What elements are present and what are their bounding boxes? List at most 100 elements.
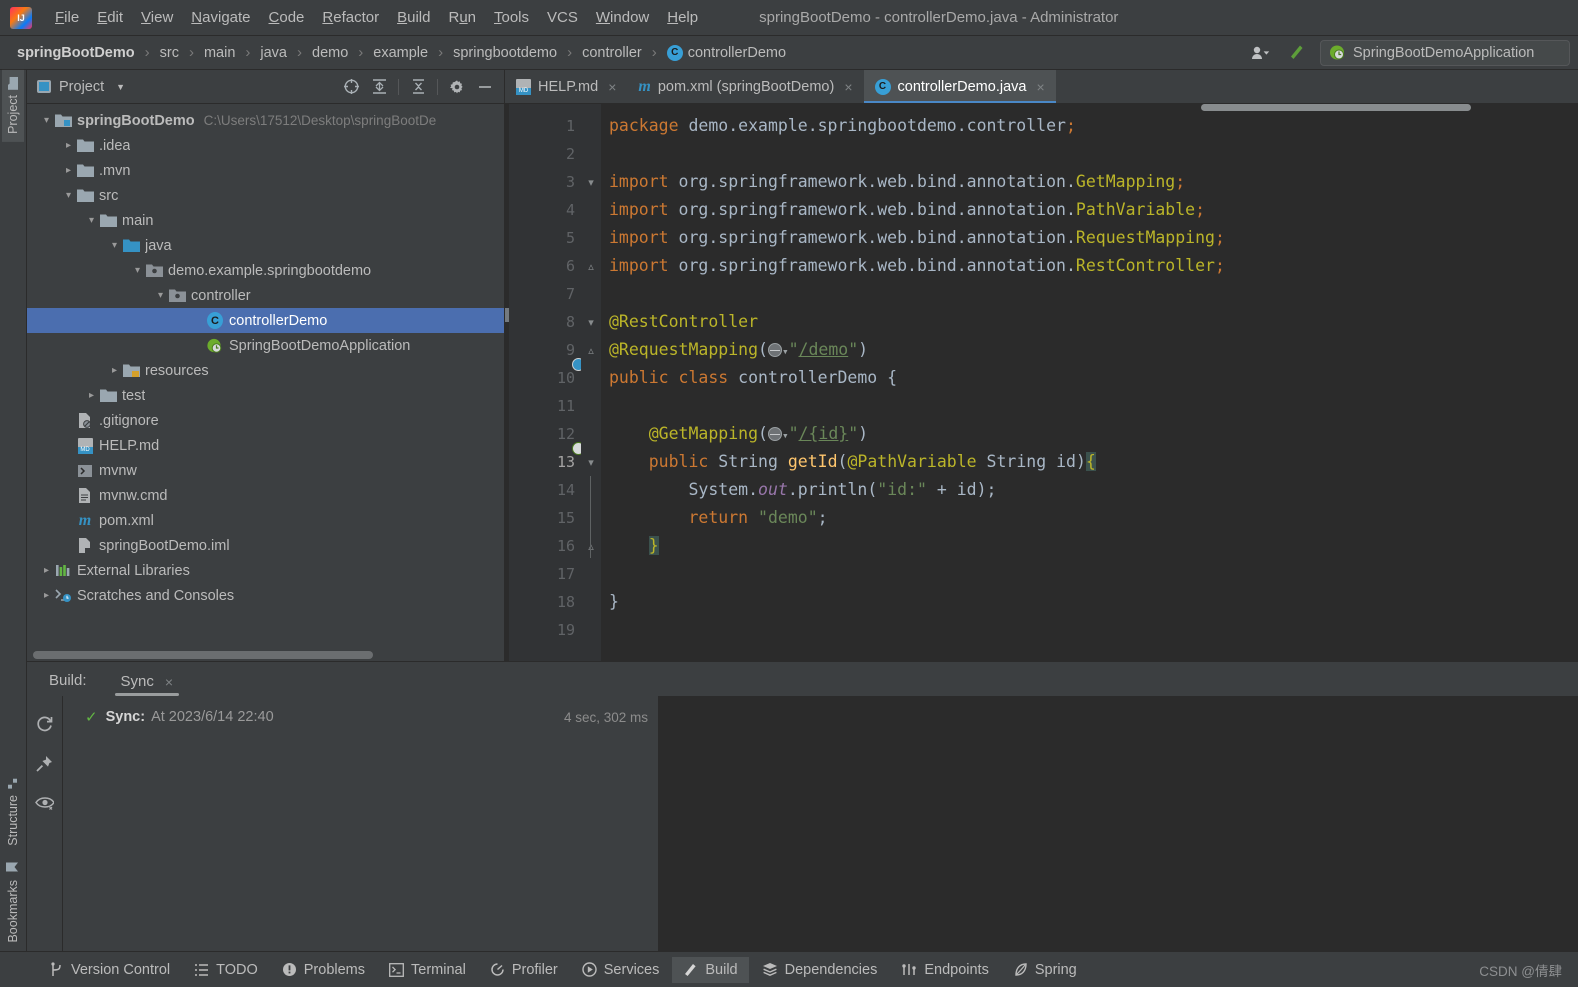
chevron-down-icon[interactable]: ▾ [153,290,168,301]
tree-row-springbootdemoapplication[interactable]: ▸ SpringBootDemoApplication [27,333,504,358]
tree-row-mvn[interactable]: ▸ .mvn [27,158,504,183]
tree-row-main[interactable]: ▾ main [27,208,504,233]
breadcrumb-item-controllerdemo[interactable]: C controllerDemo [664,43,789,63]
tool-window-tab-structure[interactable]: Structure [2,769,24,854]
expand-all-icon[interactable] [366,75,392,99]
breadcrumb-item-project[interactable]: springBootDemo [14,43,138,63]
fold-marker-class-mid[interactable]: ▵ [581,336,601,364]
chevron-down-icon[interactable]: ▾ [107,240,122,251]
pin-icon[interactable] [34,752,56,774]
menu-window[interactable]: Window [587,5,658,30]
tree-row-resources[interactable]: ▸ resources [27,358,504,383]
gear-icon[interactable] [444,75,470,99]
chevron-right-icon[interactable]: ▸ [61,140,76,151]
chevron-right-icon[interactable]: ▸ [107,365,122,376]
status-item-profiler[interactable]: Profiler [479,957,569,983]
hide-panel-icon[interactable] [472,75,498,99]
tree-row-test[interactable]: ▸ test [27,383,504,408]
tree-row-springbootdemo[interactable]: ▾ springBootDemo C:\Users\17512\Desktop\… [27,108,504,133]
tree-row-external-libraries[interactable]: ▸ External Libraries [27,558,504,583]
breadcrumb-item-main[interactable]: main [201,43,238,63]
fold-marker-class[interactable]: ▾ [581,308,601,336]
menu-code[interactable]: Code [260,5,314,30]
breadcrumb-item-demo[interactable]: demo [309,43,351,63]
editor-gutter[interactable]: 1 2 3 4 5 6 7 8 9 10 11 12 13 14 15 16 1… [509,104,581,661]
tree-row-scratches-and-consoles[interactable]: ▸ Scratches and Consoles [27,583,504,608]
menu-run[interactable]: Run [439,5,485,30]
status-item-version-control[interactable]: Version Control [38,957,181,983]
fold-marker-imports-end[interactable]: ▵ [581,252,601,280]
close-icon[interactable]: × [1036,79,1044,95]
tree-row-src[interactable]: ▾ src [27,183,504,208]
refresh-icon[interactable] [34,712,56,734]
tree-row-iml[interactable]: ▸ springBootDemo.iml [27,533,504,558]
tree-row-gitignore[interactable]: ▸ .gitignore [27,408,504,433]
status-item-build[interactable]: Build [672,956,749,983]
build-results-tree[interactable]: ✓ Sync: At 2023/6/14 22:40 4 sec, 302 ms [63,696,659,951]
build-hammer-icon[interactable] [1284,41,1310,65]
chevron-down-icon[interactable]: ▾ [39,115,54,126]
status-item-spring[interactable]: Spring [1002,957,1088,983]
close-icon[interactable]: × [608,79,616,95]
close-icon[interactable]: × [844,79,852,95]
chevron-right-icon[interactable]: ▸ [84,390,99,401]
editor-tab-pom-xml[interactable]: m pom.xml (springBootDemo) × [627,70,863,103]
build-result-row[interactable]: ✓ Sync: At 2023/6/14 22:40 4 sec, 302 ms [63,704,658,730]
tree-row-mvnw[interactable]: ▸ mvnw [27,458,504,483]
status-item-problems[interactable]: Problems [271,957,376,983]
chevron-right-icon[interactable]: ▸ [39,590,54,601]
tree-row-java[interactable]: ▾ java [27,233,504,258]
chevron-down-icon[interactable]: ▾ [84,215,99,226]
collapse-all-icon[interactable] [405,75,431,99]
web-mapping-icon[interactable] [767,427,782,441]
tree-row-idea[interactable]: ▸ .idea [27,133,504,158]
web-mapping-icon[interactable] [767,343,782,357]
chevron-down-icon[interactable]: ▾ [130,265,145,276]
menu-file[interactable]: File [46,5,88,30]
tree-row-help-md[interactable]: ▸ HELP.md [27,433,504,458]
code-editor[interactable]: 1 2 3 4 5 6 7 8 9 10 11 12 13 14 15 16 1… [505,104,1578,661]
chevron-right-icon[interactable]: ▸ [39,565,54,576]
user-account-icon[interactable] [1248,41,1274,65]
editor-tab-help-md[interactable]: HELP.md × [505,70,627,103]
status-item-services[interactable]: Services [571,957,671,983]
menu-help[interactable]: Help [658,5,707,30]
chevron-right-icon[interactable]: ▸ [61,165,76,176]
breadcrumb-item-java[interactable]: java [257,43,290,63]
tool-window-tab-project[interactable]: Project [2,70,24,142]
chevron-down-icon[interactable]: ▼ [116,82,125,92]
breadcrumb-item-controller[interactable]: controller [579,43,645,63]
breadcrumb-item-src[interactable]: src [157,43,182,63]
close-icon[interactable]: × [165,674,173,690]
tree-row-package-demo-example-springbootdemo[interactable]: ▾ demo.example.springbootdemo [27,258,504,283]
chevron-down-icon[interactable]: ▾ [61,190,76,201]
eye-icon[interactable] [34,792,56,814]
editor-horizontal-scrollbar[interactable] [1201,104,1471,111]
tree-row-package-controller[interactable]: ▾ controller [27,283,504,308]
fold-marker-method-end[interactable]: ▵ [581,532,601,560]
menu-build[interactable]: Build [388,5,439,30]
fold-marker-imports[interactable]: ▾ [581,168,601,196]
tree-row-controllerdemo[interactable]: ▸ C controllerDemo [27,308,504,333]
breadcrumb-item-springbootdemo[interactable]: springbootdemo [450,43,560,63]
select-opened-file-icon[interactable] [338,75,364,99]
code-text[interactable]: package demo.example.springbootdemo.cont… [601,104,1578,661]
project-tree-horizontal-scrollbar[interactable] [33,651,373,659]
menu-vcs[interactable]: VCS [538,5,587,30]
status-item-dependencies[interactable]: Dependencies [751,957,889,983]
menu-edit[interactable]: Edit [88,5,132,30]
build-tab-sync[interactable]: Sync × [113,673,182,696]
project-tree[interactable]: ▾ springBootDemo C:\Users\17512\Desktop\… [27,104,504,661]
tree-row-mvnw-cmd[interactable]: ▸ mvnw.cmd [27,483,504,508]
menu-tools[interactable]: Tools [485,5,538,30]
menu-navigate[interactable]: Navigate [182,5,259,30]
fold-marker-method[interactable]: ▾ [581,448,601,476]
tool-window-tab-bookmarks[interactable]: Bookmarks [2,853,24,951]
editor-fold-column[interactable]: ▾ ▵ ▾ ▵ ▾ ▵ [581,104,601,661]
menu-refactor[interactable]: Refactor [313,5,388,30]
status-item-endpoints[interactable]: Endpoints [890,957,1000,983]
menu-view[interactable]: View [132,5,182,30]
breadcrumb-item-example[interactable]: example [370,43,431,63]
status-item-terminal[interactable]: Terminal [378,957,477,983]
run-configuration-selector[interactable]: SpringBootDemoApplication [1320,39,1570,66]
